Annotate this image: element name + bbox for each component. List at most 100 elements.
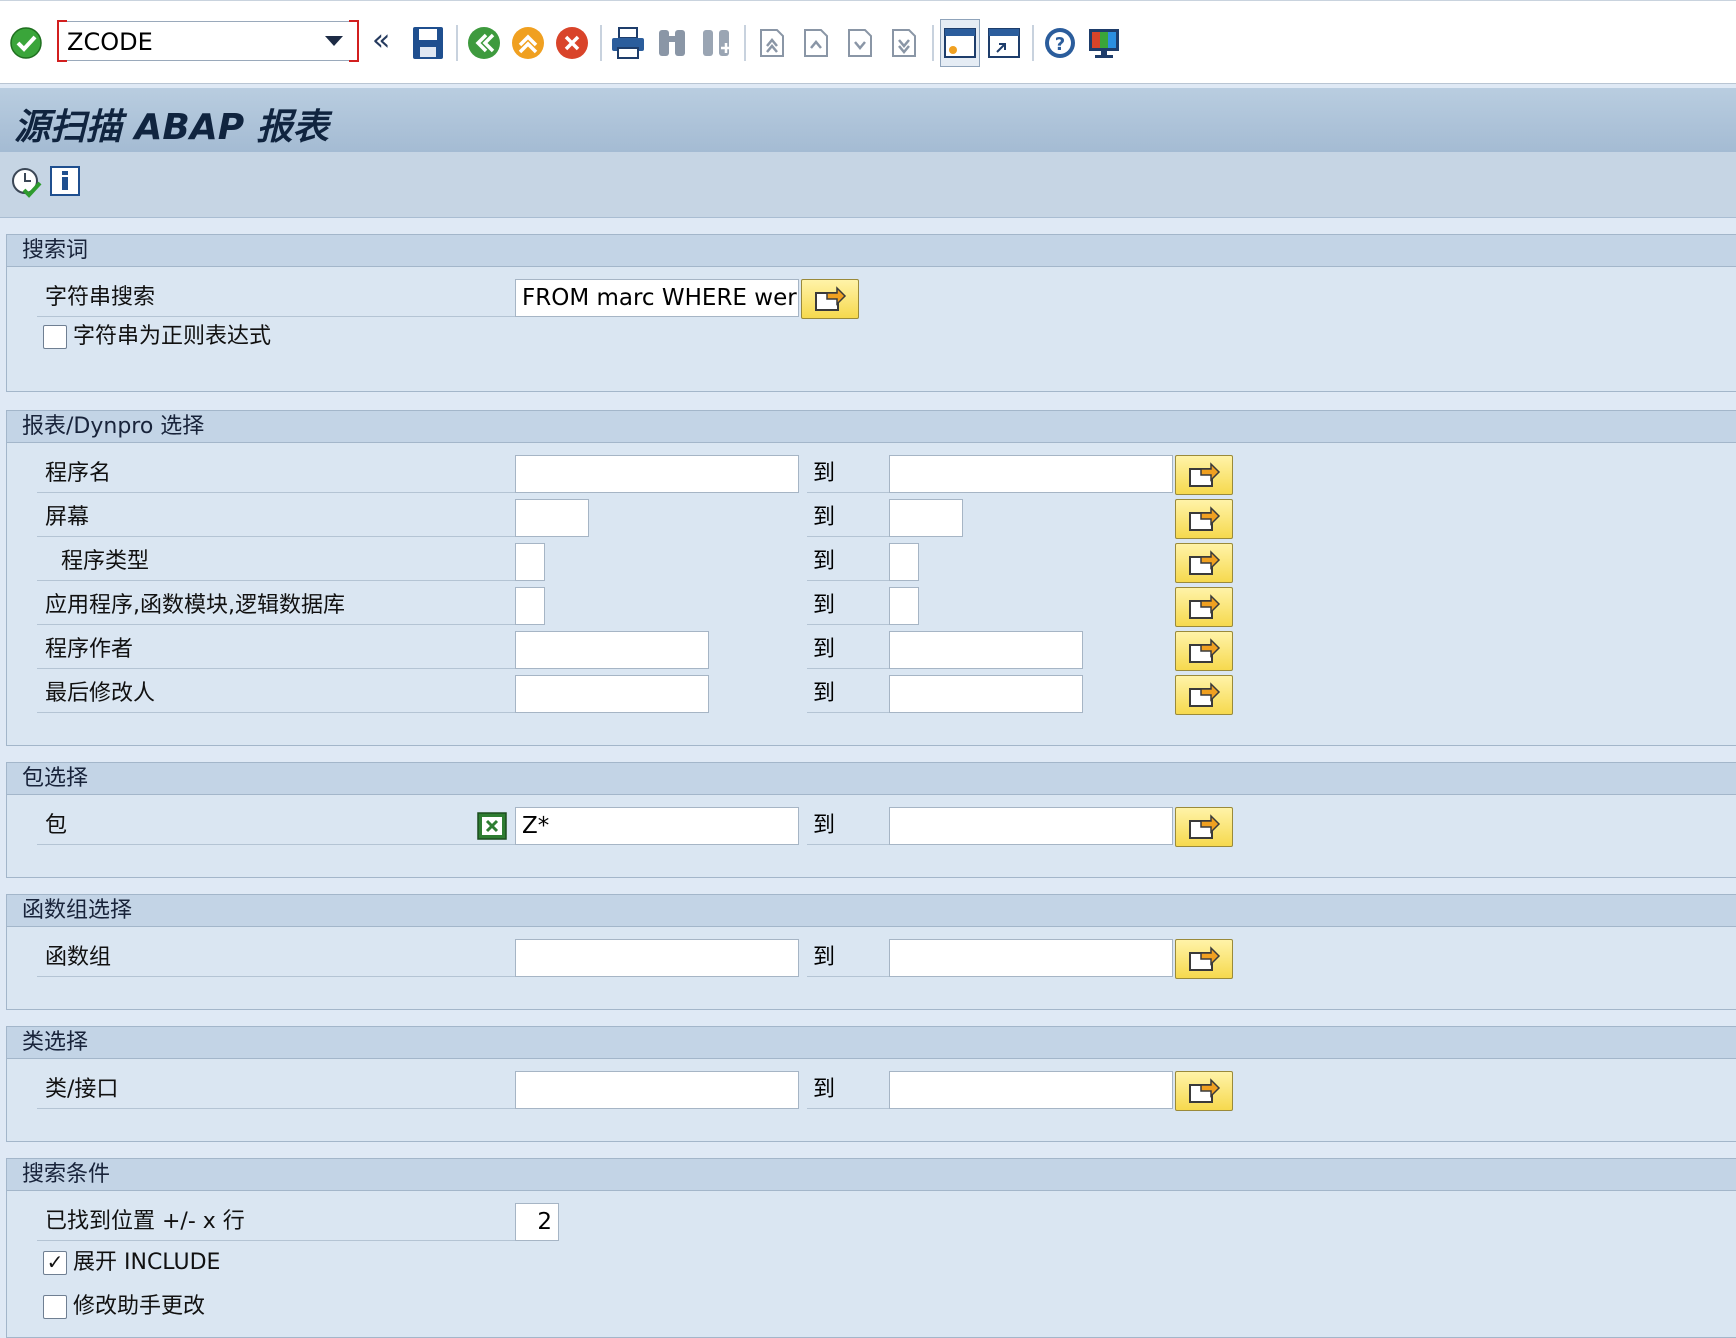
last-page-icon[interactable] [884, 19, 924, 67]
multiple-selection-button[interactable] [1175, 587, 1233, 627]
command-field[interactable]: ZCODE [57, 20, 359, 62]
to-label: 到 [807, 939, 889, 977]
last-changed-by-label: 最后修改人 [37, 675, 515, 713]
string-search-input[interactable]: FROM marc WHERE wer… [515, 279, 799, 317]
group-title: 搜索条件 [7, 1159, 1736, 1191]
next-page-icon[interactable] [840, 19, 880, 67]
multiple-selection-icon [1189, 946, 1221, 971]
program-author-to-input[interactable] [889, 631, 1083, 669]
class-interface-row: 类/接口 到 [37, 1071, 1257, 1111]
multiple-selection-icon [1189, 594, 1221, 619]
package-from-input[interactable]: Z* [515, 807, 799, 845]
modification-assistant-label: 修改助手更改 [73, 1294, 206, 1319]
expand-include-label: 展开 INCLUDE [73, 1250, 221, 1275]
package-to-input[interactable] [889, 807, 1173, 845]
multiple-selection-button[interactable] [1175, 939, 1233, 979]
lines-around-input[interactable]: 2 [515, 1203, 559, 1241]
command-field-value: ZCODE [67, 28, 153, 56]
to-label: 到 [807, 499, 889, 537]
information-icon[interactable] [50, 166, 80, 200]
help-icon[interactable]: ? [1040, 19, 1080, 67]
multiple-selection-icon [1189, 638, 1221, 663]
group-title: 包选择 [7, 763, 1736, 795]
screen-to-input[interactable] [889, 499, 963, 537]
last-changed-by-from-input[interactable] [515, 675, 709, 713]
function-group-from-input[interactable] [515, 939, 799, 977]
svg-text:?: ? [1055, 34, 1065, 55]
last-changed-by-row: 最后修改人 到 [37, 675, 1257, 715]
find-icon[interactable] [652, 19, 692, 67]
report-selection-group: 报表/Dynpro 选择 程序名 到 屏幕 到 程序类型 到 应用程序,函数模块… [6, 410, 1736, 746]
modification-assistant-checkbox[interactable] [43, 1295, 67, 1319]
multiple-selection-icon [1189, 550, 1221, 575]
program-type-label: 程序类型 [37, 543, 515, 581]
exit-icon[interactable] [508, 19, 548, 67]
screen-row: 屏幕 到 [37, 499, 1257, 539]
application-to-input[interactable] [889, 587, 919, 625]
group-title: 函数组选择 [7, 895, 1736, 927]
multiple-selection-button[interactable] [1175, 631, 1233, 671]
regex-checkbox[interactable] [43, 325, 67, 349]
program-name-from-input[interactable] [515, 455, 799, 493]
customize-layout-icon[interactable] [1084, 19, 1124, 67]
application-from-input[interactable] [515, 587, 545, 625]
program-author-row: 程序作者 到 [37, 631, 1257, 671]
print-icon[interactable] [608, 19, 648, 67]
search-conditions-group: 搜索条件 已找到位置 +/- x 行 2 ✓ 展开 INCLUDE 修改助手更改 [6, 1158, 1736, 1338]
multiple-selection-button[interactable] [1175, 1071, 1233, 1111]
title-bar: 源扫描 ABAP 报表 [0, 88, 1736, 152]
program-name-row: 程序名 到 [37, 455, 1257, 495]
save-icon[interactable] [408, 19, 448, 67]
multiple-selection-button[interactable] [801, 279, 859, 319]
multiple-selection-icon [1189, 1078, 1221, 1103]
package-label: 包 [37, 807, 515, 845]
class-to-input[interactable] [889, 1071, 1173, 1109]
program-type-from-input[interactable] [515, 543, 545, 581]
to-label: 到 [807, 807, 889, 845]
class-selection-group: 类选择 类/接口 到 [6, 1026, 1736, 1142]
program-type-to-input[interactable] [889, 543, 919, 581]
previous-page-icon[interactable] [796, 19, 836, 67]
group-title: 搜索词 [7, 235, 1736, 267]
multiple-selection-icon [1189, 682, 1221, 707]
create-session-icon[interactable] [940, 19, 980, 67]
program-type-row: 程序类型 到 [37, 543, 1257, 583]
expand-include-checkbox[interactable]: ✓ [43, 1251, 67, 1275]
class-from-input[interactable] [515, 1071, 799, 1109]
string-search-label: 字符串搜索 [37, 279, 515, 317]
screen-from-input[interactable] [515, 499, 589, 537]
collapse-command-icon[interactable]: « [372, 23, 390, 58]
first-page-icon[interactable] [752, 19, 792, 67]
lines-around-row: 已找到位置 +/- x 行 2 [37, 1203, 1257, 1243]
package-row: 包 Z* 到 [37, 807, 1257, 847]
multiple-selection-icon [1189, 462, 1221, 487]
execute-icon[interactable] [10, 166, 44, 204]
function-group-to-input[interactable] [889, 939, 1173, 977]
search-terms-group: 搜索词 字符串搜索 FROM marc WHERE wer… 字符串为正则表达式 [6, 234, 1736, 392]
page-title: 源扫描 ABAP 报表 [14, 107, 329, 148]
shortcut-icon[interactable] [984, 19, 1024, 67]
multiple-selection-button[interactable] [1175, 543, 1233, 583]
package-selection-group: 包选择 包 Z* 到 [6, 762, 1736, 878]
back-icon[interactable] [464, 19, 504, 67]
multiple-selection-button[interactable] [1175, 675, 1233, 715]
class-interface-label: 类/接口 [37, 1071, 515, 1109]
multiple-selection-button[interactable] [1175, 499, 1233, 539]
program-name-to-input[interactable] [889, 455, 1173, 493]
find-next-icon[interactable] [696, 19, 736, 67]
group-title: 类选择 [7, 1027, 1736, 1059]
chevron-down-icon[interactable] [325, 36, 343, 46]
multiple-selection-button[interactable] [1175, 807, 1233, 847]
application-row: 应用程序,函数模块,逻辑数据库 到 [37, 587, 1257, 627]
system-toolbar: ZCODE « ? [0, 0, 1736, 84]
enter-icon[interactable] [6, 19, 46, 67]
to-label: 到 [807, 1071, 889, 1109]
last-changed-by-to-input[interactable] [889, 675, 1083, 713]
selection-options-icon[interactable] [477, 812, 507, 844]
cancel-icon[interactable] [552, 19, 592, 67]
application-toolbar [0, 152, 1736, 218]
multiple-selection-button[interactable] [1175, 455, 1233, 495]
multiple-selection-icon [1189, 814, 1221, 839]
program-author-from-input[interactable] [515, 631, 709, 669]
to-label: 到 [807, 675, 889, 713]
